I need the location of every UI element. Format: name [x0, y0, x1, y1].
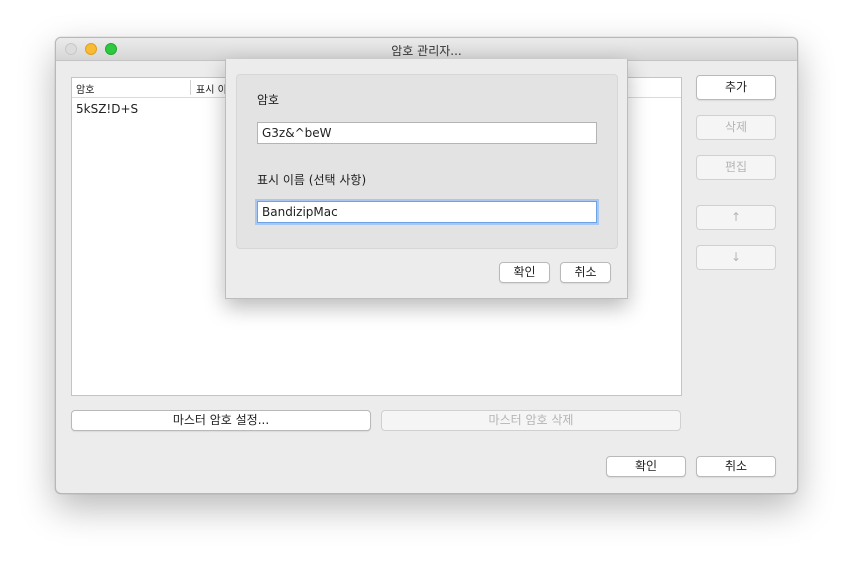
column-header-display-name[interactable]: 표시 이	[196, 81, 227, 96]
ok-button[interactable]: 확인	[606, 456, 686, 477]
cancel-button[interactable]: 취소	[696, 456, 776, 477]
move-down-button[interactable]: ↓	[696, 245, 776, 270]
move-up-button[interactable]: ↑	[696, 205, 776, 230]
dialog-cancel-button[interactable]: 취소	[560, 262, 611, 283]
dialog-ok-button[interactable]: 확인	[499, 262, 550, 283]
window-title: 암호 관리자...	[391, 44, 462, 58]
display-name-label: 표시 이름 (선택 사항)	[257, 173, 367, 187]
display-name-input[interactable]: BandizipMac	[257, 201, 597, 223]
password-label: 암호	[257, 93, 280, 107]
column-header-password[interactable]: 암호	[76, 81, 94, 96]
set-master-password-button[interactable]: 마스터 암호 설정...	[71, 410, 371, 431]
column-divider[interactable]	[190, 80, 191, 95]
add-password-sheet: 암호 G3z&^beW 표시 이름 (선택 사항) BandizipMac 확인…	[225, 59, 628, 299]
table-row[interactable]: 5kSZ!D+S	[76, 102, 138, 116]
add-button[interactable]: 추가	[696, 75, 776, 100]
edit-button[interactable]: 편집	[696, 155, 776, 180]
form-group-box: 암호 G3z&^beW 표시 이름 (선택 사항) BandizipMac	[236, 74, 618, 249]
delete-button[interactable]: 삭제	[696, 115, 776, 140]
password-input[interactable]: G3z&^beW	[257, 122, 597, 144]
title-bar[interactable]: 암호 관리자...	[56, 38, 797, 61]
delete-master-password-button[interactable]: 마스터 암호 삭제	[381, 410, 681, 431]
